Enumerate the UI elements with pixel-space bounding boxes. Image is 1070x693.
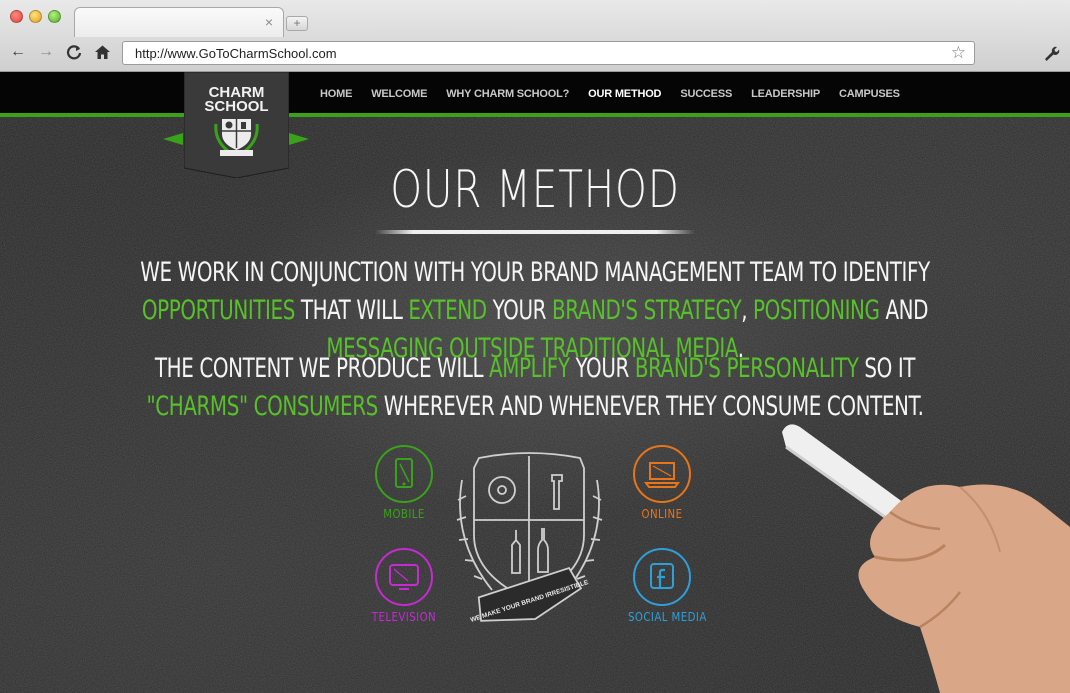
site-header: HOME WELCOME WHY CHARM SCHOOL? OUR METHO…	[0, 72, 1070, 117]
hand-holding-chalk-image	[782, 424, 1070, 693]
logo-ribbon-left	[163, 133, 183, 145]
facebook-icon	[633, 548, 691, 606]
nav-welcome[interactable]: WELCOME	[371, 88, 427, 100]
wrench-icon[interactable]	[1040, 42, 1062, 64]
home-icon[interactable]	[92, 42, 112, 62]
title-chalk-underline	[375, 230, 695, 234]
zoom-window-button[interactable]	[48, 10, 61, 23]
nav-home[interactable]: HOME	[320, 88, 352, 100]
nav-our-method[interactable]: OUR METHOD	[588, 88, 661, 100]
url-text: http://www.GoToCharmSchool.com	[135, 46, 337, 61]
laptop-icon	[633, 445, 691, 503]
tab-close-icon[interactable]: ×	[265, 14, 273, 30]
channel-mobile[interactable]: MOBILE	[364, 445, 444, 521]
nav-success[interactable]: SUCCESS	[680, 88, 732, 100]
forward-arrow-icon[interactable]: →	[36, 42, 56, 62]
minimize-window-button[interactable]	[29, 10, 42, 23]
new-tab-button[interactable]: +	[286, 16, 308, 31]
browser-tab[interactable]: ×	[74, 7, 284, 37]
address-bar[interactable]: http://www.GoToCharmSchool.com ☆	[122, 41, 975, 65]
channel-social-media[interactable]: SOCIAL MEDIA	[622, 548, 707, 624]
back-arrow-icon[interactable]: ←	[8, 42, 28, 62]
navigation-buttons: ← →	[8, 42, 112, 62]
nav-why-charm-school[interactable]: WHY CHARM SCHOOL?	[446, 88, 569, 100]
channel-online[interactable]: ONLINE	[622, 445, 702, 521]
logo-text-school: SCHOOL	[204, 98, 268, 115]
window-controls	[10, 10, 61, 23]
mobile-phone-icon	[375, 445, 433, 503]
main-navigation: HOME WELCOME WHY CHARM SCHOOL? OUR METHO…	[320, 88, 919, 100]
channel-label: TELEVISION	[371, 610, 437, 624]
nav-leadership[interactable]: LEADERSHIP	[751, 88, 820, 100]
browser-chrome: × + ← → http://www.GoToCharmSchool.com ☆	[0, 0, 1070, 72]
channel-label: ONLINE	[641, 507, 683, 521]
bookmark-star-icon[interactable]: ☆	[951, 43, 966, 63]
charm-school-crest: WE MAKE YOUR BRAND IRRESISTIBLE	[456, 452, 603, 624]
charm-school-page: HOME WELCOME WHY CHARM SCHOOL? OUR METHO…	[0, 72, 1070, 693]
reload-icon[interactable]	[64, 42, 84, 62]
page-title: OUR METHOD	[390, 160, 680, 220]
content-paragraph: THE CONTENT WE PRODUCE WILL AMPLIFY YOUR…	[146, 353, 924, 422]
close-window-button[interactable]	[10, 10, 23, 23]
television-icon	[375, 548, 433, 606]
channel-label: SOCIAL MEDIA	[628, 610, 707, 624]
channel-label: MOBILE	[383, 507, 425, 521]
channel-television[interactable]: TELEVISION	[364, 548, 444, 624]
logo-ribbon-right	[289, 133, 309, 145]
nav-campuses[interactable]: CAMPUSES	[839, 88, 900, 100]
